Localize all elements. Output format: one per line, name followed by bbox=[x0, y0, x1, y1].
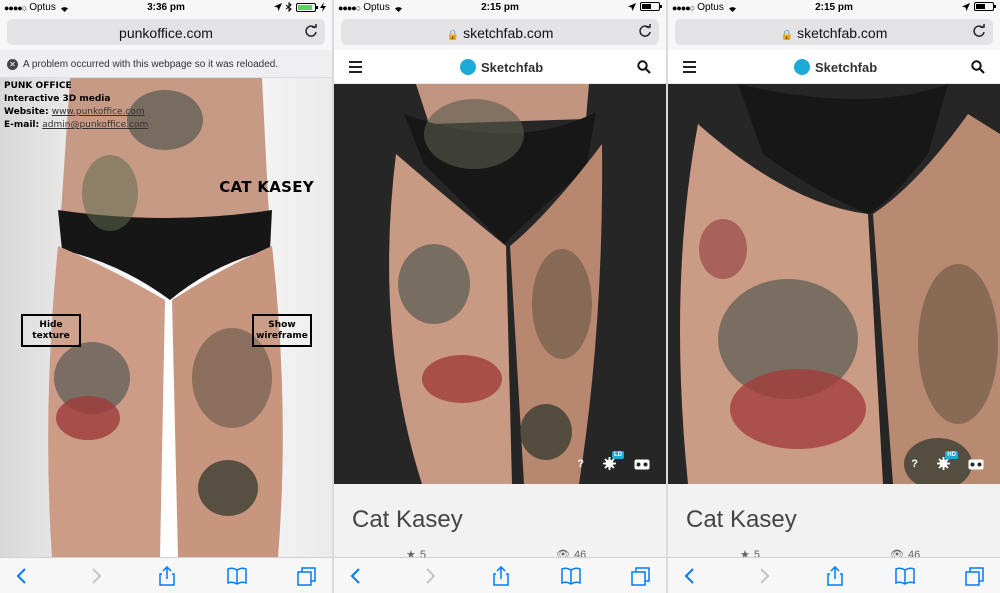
quality-badge: LD bbox=[612, 451, 624, 459]
bluetooth-icon bbox=[286, 2, 292, 12]
safari-toolbar bbox=[668, 557, 1000, 593]
brand-label: Sketchfab bbox=[481, 59, 544, 75]
phone-screen-sketchfab-hd: ●●●●○ Optus 2:15 pm 🔒 sketchfab.com Sketch… bbox=[668, 0, 1000, 593]
sketchfab-logo-icon bbox=[794, 59, 810, 75]
address-bar[interactable]: punkoffice.com bbox=[7, 19, 325, 45]
search-icon[interactable] bbox=[637, 60, 651, 74]
safari-toolbar bbox=[334, 557, 666, 593]
tabs-icon[interactable] bbox=[964, 566, 986, 586]
reload-icon[interactable] bbox=[638, 24, 652, 38]
model-title: Cat Kasey bbox=[686, 506, 797, 533]
reload-notice: ✕ A problem occurred with this webpage s… bbox=[0, 50, 332, 78]
address-bar-area: 🔒 sketchfab.com bbox=[668, 16, 1000, 50]
share-icon[interactable] bbox=[490, 566, 512, 586]
sketchfab-logo[interactable]: Sketchfab bbox=[794, 59, 877, 75]
brand-name: PUNK OFFICE bbox=[4, 81, 72, 91]
model-figure bbox=[389, 84, 603, 484]
battery-icon bbox=[640, 2, 662, 11]
address-bar-area: punkoffice.com bbox=[0, 16, 332, 50]
model-name: CAT KASEY bbox=[219, 178, 314, 196]
site-info: PUNK OFFICE Interactive 3D media Website… bbox=[4, 80, 148, 132]
brand-label: Sketchfab bbox=[815, 59, 878, 75]
address-bar[interactable]: 🔒 sketchfab.com bbox=[675, 19, 993, 45]
model-figure bbox=[680, 84, 1000, 484]
model-title: Cat Kasey bbox=[352, 506, 463, 533]
share-icon[interactable] bbox=[824, 566, 846, 586]
model-viewer[interactable]: ? LD bbox=[334, 84, 666, 484]
reload-icon[interactable] bbox=[304, 24, 318, 38]
tabs-icon[interactable] bbox=[630, 566, 652, 586]
notice-text: A problem occurred with this webpage so … bbox=[23, 59, 279, 70]
close-circle-icon[interactable]: ✕ bbox=[7, 59, 18, 70]
sketchfab-header: Sketchfab bbox=[668, 50, 1000, 84]
forward-icon[interactable] bbox=[752, 566, 774, 586]
sketchfab-logo-icon bbox=[460, 59, 476, 75]
safari-toolbar bbox=[0, 557, 332, 593]
address-bar-area: 🔒 sketchfab.com bbox=[334, 16, 666, 50]
back-icon[interactable] bbox=[680, 566, 702, 586]
website-link[interactable]: www.punkoffice.com bbox=[52, 107, 145, 117]
model-details: Cat Kasey ★ 5 👁 46 bbox=[334, 484, 666, 561]
status-bar: ●●●●○ Optus 2:15 pm bbox=[668, 0, 1000, 16]
model-viewer[interactable]: ? HD bbox=[668, 84, 1000, 484]
hamburger-icon[interactable] bbox=[683, 61, 696, 73]
search-icon[interactable] bbox=[971, 60, 985, 74]
hide-texture-button[interactable]: Hide texture bbox=[21, 314, 81, 347]
tabs-icon[interactable] bbox=[296, 566, 318, 586]
sketchfab-logo[interactable]: Sketchfab bbox=[460, 59, 543, 75]
model-details: Cat Kasey ★ 5 👁 46 bbox=[668, 484, 1000, 561]
phone-screen-sketchfab-ld: ●●●●○ Optus 2:15 pm 🔒 sketchfab.com Sketch… bbox=[334, 0, 666, 593]
3d-viewer[interactable]: PUNK OFFICE Interactive 3D media Website… bbox=[0, 78, 332, 557]
status-bar: ●●●●○ Optus 2:15 pm bbox=[334, 0, 666, 16]
charging-icon bbox=[320, 2, 326, 12]
battery-icon bbox=[296, 2, 318, 12]
battery-icon bbox=[974, 2, 996, 11]
bookmarks-icon[interactable] bbox=[226, 566, 248, 586]
tagline: Interactive 3D media bbox=[4, 94, 111, 104]
email-label: E-mail: bbox=[4, 120, 40, 130]
lock-icon: 🔒 bbox=[780, 30, 794, 41]
vr-icon[interactable] bbox=[968, 459, 984, 470]
help-button[interactable]: ? bbox=[911, 458, 918, 470]
status-time: 2:15 pm bbox=[481, 2, 519, 13]
email-link[interactable]: admin@punkoffice.com bbox=[42, 120, 148, 130]
hamburger-icon[interactable] bbox=[349, 61, 362, 73]
sketchfab-header: Sketchfab bbox=[334, 50, 666, 84]
forward-icon[interactable] bbox=[84, 566, 106, 586]
help-button[interactable]: ? bbox=[577, 458, 584, 470]
location-icon bbox=[274, 3, 282, 11]
url-domain: sketchfab.com bbox=[463, 25, 554, 41]
status-time: 2:15 pm bbox=[815, 2, 853, 13]
website-label: Website: bbox=[4, 107, 49, 117]
url-domain: sketchfab.com bbox=[797, 25, 888, 41]
url-text[interactable]: 🔒 sketchfab.com bbox=[341, 25, 659, 41]
back-icon[interactable] bbox=[346, 566, 368, 586]
phone-screen-punkoffice: ●●●●○ Optus 3:36 pm punkoffice.com ✕ A pr… bbox=[0, 0, 332, 593]
bookmarks-icon[interactable] bbox=[894, 566, 916, 586]
reload-icon[interactable] bbox=[972, 24, 986, 38]
lock-icon: 🔒 bbox=[446, 30, 460, 41]
location-icon bbox=[962, 2, 970, 11]
forward-icon[interactable] bbox=[418, 566, 440, 586]
url-text[interactable]: punkoffice.com bbox=[7, 25, 325, 41]
status-bar: ●●●●○ Optus 3:36 pm bbox=[0, 0, 332, 16]
back-icon[interactable] bbox=[12, 566, 34, 586]
address-bar[interactable]: 🔒 sketchfab.com bbox=[341, 19, 659, 45]
location-icon bbox=[628, 2, 636, 11]
vr-icon[interactable] bbox=[634, 459, 650, 470]
bookmarks-icon[interactable] bbox=[560, 566, 582, 586]
quality-badge: HD bbox=[945, 451, 958, 459]
url-text[interactable]: 🔒 sketchfab.com bbox=[675, 25, 993, 41]
share-icon[interactable] bbox=[156, 566, 178, 586]
show-wireframe-button[interactable]: Show wireframe bbox=[252, 314, 312, 347]
